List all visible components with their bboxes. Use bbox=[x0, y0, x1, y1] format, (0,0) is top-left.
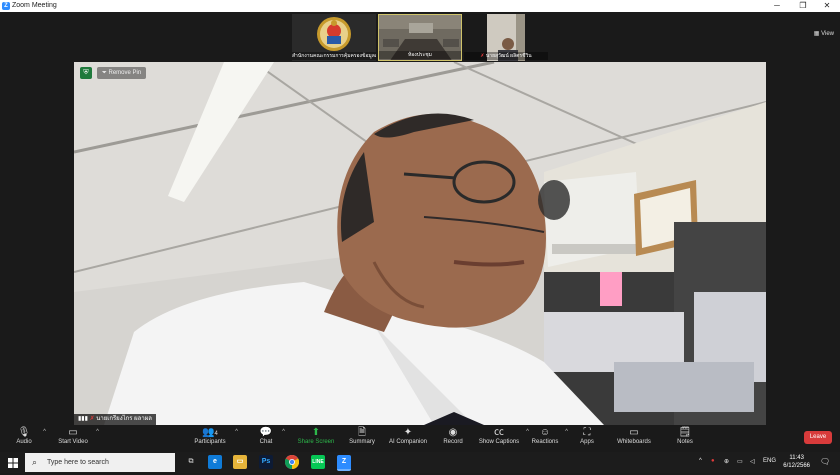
pin-icon: ⏷ bbox=[102, 70, 107, 76]
speaker-video-frame bbox=[74, 62, 766, 425]
notes-icon: 🗒 bbox=[678, 427, 692, 438]
muted-mic-icon: ✗ bbox=[480, 53, 485, 59]
task-view-icon[interactable]: ⧉ bbox=[184, 455, 198, 469]
signal-icon: ▮▮▮ bbox=[78, 416, 88, 422]
remove-pin-button[interactable]: ⏷ Remove Pin bbox=[97, 67, 147, 79]
apps-button[interactable]: ⛶ Apps bbox=[576, 427, 598, 445]
show-captions-button[interactable]: ㏄ Show Captions ^ bbox=[477, 427, 529, 445]
reactions-button[interactable]: ☺ Reactions ^ bbox=[530, 427, 568, 445]
video-off-icon: ▭ bbox=[68, 427, 78, 438]
line-app-icon[interactable]: LINE bbox=[311, 455, 325, 469]
window-title: Zoom Meeting bbox=[12, 2, 57, 9]
share-screen-button[interactable]: ⬆ Share Screen bbox=[296, 427, 336, 445]
share-screen-icon: ⬆ bbox=[311, 427, 321, 438]
close-button[interactable]: ✕ bbox=[816, 0, 838, 12]
chevron-up-icon[interactable]: ^ bbox=[565, 429, 568, 435]
smiley-icon: ☺ bbox=[539, 427, 551, 438]
chat-icon: 💬 bbox=[259, 427, 273, 438]
windows-start-icon[interactable] bbox=[8, 458, 18, 468]
taskbar-clock[interactable]: 11:43 6/12/2566 bbox=[783, 454, 810, 470]
chrome-browser-icon[interactable] bbox=[284, 455, 300, 470]
zoom-app-icon[interactable]: Z bbox=[337, 455, 351, 471]
record-icon: ◉ bbox=[448, 427, 458, 438]
chevron-up-icon[interactable]: ^ bbox=[96, 429, 99, 435]
sparkle-icon: ✦ bbox=[403, 427, 413, 438]
taskbar-search-box[interactable]: ⌕ Type here to search bbox=[25, 453, 175, 472]
gallery-tile-1[interactable]: สำนักงานคณะกรรมการคุ้มครองข้อมูลส่วนบุคค… bbox=[292, 14, 376, 61]
summary-button[interactable]: 🗎 Summary bbox=[345, 427, 379, 445]
chrome-logo-icon bbox=[284, 455, 300, 470]
mic-icon: 🎙 bbox=[17, 427, 31, 438]
captions-icon: ㏄ bbox=[494, 427, 504, 438]
windows-taskbar: ⌕ Type here to search ⧉ e ▭ Ps LINE Z ^ … bbox=[0, 452, 840, 473]
zoom-logo-icon: Z bbox=[2, 2, 10, 10]
whiteboards-button[interactable]: ▭ Whiteboards bbox=[614, 427, 654, 445]
photoshop-icon[interactable]: Ps bbox=[259, 455, 273, 469]
apps-icon: ⛶ bbox=[583, 427, 591, 438]
record-button[interactable]: ◉ Record bbox=[440, 427, 466, 445]
gallery-tile-2[interactable]: ห้องประชุม bbox=[378, 14, 462, 61]
minimize-button[interactable]: ─ bbox=[766, 0, 788, 12]
start-video-button[interactable]: ▭ Start Video ^ bbox=[55, 427, 99, 445]
chevron-up-icon[interactable]: ^ bbox=[699, 458, 702, 464]
language-indicator[interactable]: ENG bbox=[763, 458, 776, 464]
edge-browser-icon[interactable]: e bbox=[208, 455, 222, 469]
grid-icon: ▦ bbox=[813, 31, 820, 37]
chevron-up-icon[interactable]: ^ bbox=[235, 429, 238, 435]
battery-icon[interactable]: ▭ bbox=[737, 458, 743, 465]
whiteboard-icon: ▭ bbox=[629, 427, 639, 438]
audio-button[interactable]: 🎙 Audio ^ bbox=[10, 427, 46, 445]
ai-companion-button[interactable]: ✦ AI Companion bbox=[386, 427, 430, 445]
notification-icon[interactable]: 🗨 bbox=[820, 457, 830, 466]
search-icon: ⌕ bbox=[32, 457, 38, 467]
security-tray-icon[interactable]: ● bbox=[711, 458, 715, 464]
people-icon: 👥4 bbox=[202, 427, 218, 438]
document-icon: 🗎 bbox=[357, 427, 367, 438]
gallery-tile-name: ห้องประชุม bbox=[379, 51, 461, 59]
participants-button[interactable]: 👥4 Participants ^ bbox=[190, 427, 238, 445]
participant-name-label: ▮▮▮ ✗ นายเกรียงไกร ผลาผล bbox=[74, 414, 156, 425]
file-explorer-icon[interactable]: ▭ bbox=[233, 455, 247, 469]
gallery-tile-name: สำนักงานคณะกรรมการคุ้มครองข้อมูลส่วนบุคค… bbox=[292, 52, 376, 60]
chevron-up-icon[interactable]: ^ bbox=[282, 429, 285, 435]
gallery-strip: สำนักงานคณะกรรมการคุ้มครองข้อมูลส่วนบุคค… bbox=[0, 12, 840, 62]
meeting-toolbar: 🎙 Audio ^ ▭ Start Video ^ 👥4 Participant… bbox=[0, 425, 840, 452]
network-icon[interactable]: ⊕ bbox=[724, 458, 729, 465]
muted-mic-icon: ✗ bbox=[89, 416, 95, 422]
speaker-icon[interactable]: ◁ bbox=[750, 458, 755, 465]
chat-button[interactable]: 💬 Chat ^ bbox=[255, 427, 285, 445]
maximize-button[interactable]: ❐ bbox=[792, 0, 814, 12]
gallery-tile-3[interactable]: ✗ นายสุวัฒน์ ผลิตรชีวิน bbox=[464, 14, 548, 61]
main-video: ⛨ ⏷ Remove Pin ▮▮▮ ✗ นายเกรียงไกร ผลาผล bbox=[74, 62, 766, 425]
title-bar: Z Zoom Meeting ─ ❐ ✕ bbox=[0, 0, 840, 12]
view-button[interactable]: ▦ View bbox=[814, 30, 834, 37]
leave-button[interactable]: Leave bbox=[804, 431, 832, 444]
notes-button[interactable]: 🗒 Notes bbox=[674, 427, 696, 445]
gallery-tile-name: ✗ นายสุวัฒน์ ผลิตรชีวิน bbox=[464, 52, 548, 60]
shield-icon: ⛨ bbox=[80, 67, 92, 79]
chevron-up-icon[interactable]: ^ bbox=[43, 429, 46, 435]
chevron-up-icon[interactable]: ^ bbox=[526, 429, 529, 435]
